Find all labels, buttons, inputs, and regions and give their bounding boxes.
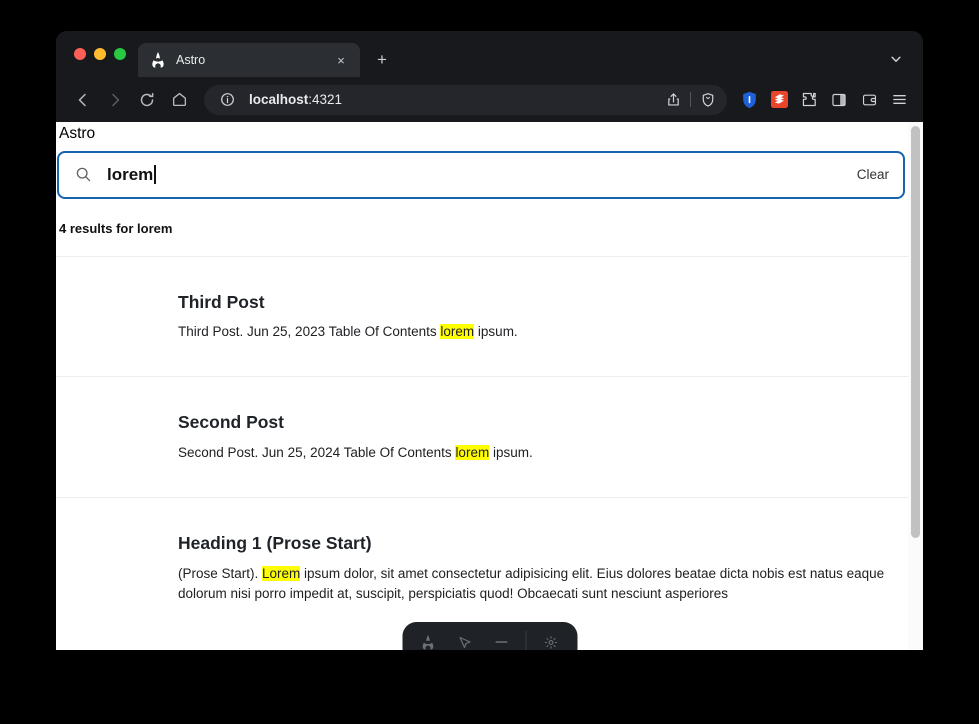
result-snippet: (Prose Start). Lorem ipsum dolor, sit am… <box>178 564 908 604</box>
browser-toolbar: localhost:4321 <box>56 77 923 122</box>
sidebar-panel-icon[interactable] <box>825 86 853 114</box>
toolbar-divider <box>690 92 691 107</box>
snippet-before: (Prose Start). <box>178 565 263 581</box>
url-host: localhost <box>249 92 309 107</box>
layers-extension-icon[interactable] <box>765 86 793 114</box>
snippet-after: ipsum. <box>489 445 533 461</box>
search-icon <box>75 166 93 183</box>
tab-title: Astro <box>176 53 206 67</box>
window-controls <box>68 31 138 77</box>
snippet-highlight: lorem <box>440 324 475 340</box>
snippet-before: Second Post. Jun 25, 2024 Table Of Conte… <box>178 445 456 461</box>
brave-shields-icon[interactable] <box>695 87 721 113</box>
search-results-list: Third Post Third Post. Jun 25, 2023 Tabl… <box>56 255 908 638</box>
browser-tab-astro[interactable]: Astro × <box>138 43 360 77</box>
url-actions <box>660 87 721 113</box>
result-title[interactable]: Heading 1 (Prose Start) <box>178 532 908 555</box>
astro-dev-toolbar[interactable] <box>402 622 577 650</box>
search-result-item[interactable]: Third Post Third Post. Jun 25, 2023 Tabl… <box>56 255 908 377</box>
info-circle-icon[interactable] <box>214 87 240 113</box>
search-result-item[interactable]: Second Post Second Post. Jun 25, 2024 Ta… <box>56 376 908 497</box>
results-count: 4 results for lorem <box>59 220 173 236</box>
wallet-icon[interactable] <box>855 86 883 114</box>
astro-logo-icon <box>150 52 166 68</box>
close-window-button[interactable] <box>74 48 86 60</box>
search-text: lorem <box>107 164 154 184</box>
home-button[interactable] <box>164 85 194 115</box>
chevron-down-icon[interactable] <box>883 46 909 72</box>
result-snippet: Third Post. Jun 25, 2023 Table Of Conten… <box>178 322 908 342</box>
page-scrollbar[interactable] <box>908 122 923 650</box>
address-bar[interactable]: localhost:4321 <box>204 84 727 115</box>
snippet-highlight: Lorem <box>262 565 301 581</box>
tab-strip: Astro × + <box>56 31 923 77</box>
url-text: localhost:4321 <box>249 92 651 107</box>
snippet-highlight: lorem <box>455 445 490 461</box>
hamburger-menu-icon[interactable] <box>885 86 913 114</box>
forward-button[interactable] <box>100 85 130 115</box>
clear-search-button[interactable]: Clear <box>847 167 889 182</box>
minimize-window-button[interactable] <box>94 48 106 60</box>
url-port: :4321 <box>308 92 343 107</box>
page-title: Astro <box>59 125 96 142</box>
search-input[interactable]: lorem Clear <box>57 150 905 199</box>
settings-icon[interactable] <box>538 631 564 650</box>
close-tab-icon[interactable]: × <box>332 51 350 69</box>
page-viewport: Astro lorem Clear 4 results for lorem Th… <box>56 122 923 650</box>
snippet-before: Third Post. Jun 25, 2023 Table Of Conten… <box>178 324 441 340</box>
search-result-item[interactable]: Heading 1 (Prose Start) (Prose Start). L… <box>56 497 908 638</box>
back-button[interactable] <box>68 85 98 115</box>
dev-toolbar-divider <box>525 631 527 650</box>
result-snippet: Second Post. Jun 25, 2024 Table Of Conte… <box>178 443 908 463</box>
snippet-after: ipsum. <box>474 324 518 340</box>
page-content: Astro lorem Clear 4 results for lorem Th… <box>56 122 923 650</box>
browser-window: Astro × + localhost:4321 Astro lorem Cle… <box>56 31 923 650</box>
text-cursor <box>154 165 156 185</box>
search-section: lorem Clear <box>56 144 908 199</box>
astro-logo-icon[interactable] <box>415 631 441 650</box>
password-manager-extension-icon[interactable] <box>735 86 763 114</box>
maximize-window-button[interactable] <box>114 48 126 60</box>
result-title[interactable]: Second Post <box>178 411 908 434</box>
result-title[interactable]: Third Post <box>178 291 908 314</box>
scrollbar-thumb[interactable] <box>911 126 920 538</box>
share-icon[interactable] <box>660 87 686 113</box>
extensions-puzzle-icon[interactable] <box>795 86 823 114</box>
reload-button[interactable] <box>132 85 162 115</box>
search-input-value[interactable]: lorem <box>107 165 833 185</box>
audit-icon[interactable] <box>489 631 515 650</box>
new-tab-button[interactable]: + <box>368 46 396 74</box>
inspect-icon[interactable] <box>452 631 478 650</box>
